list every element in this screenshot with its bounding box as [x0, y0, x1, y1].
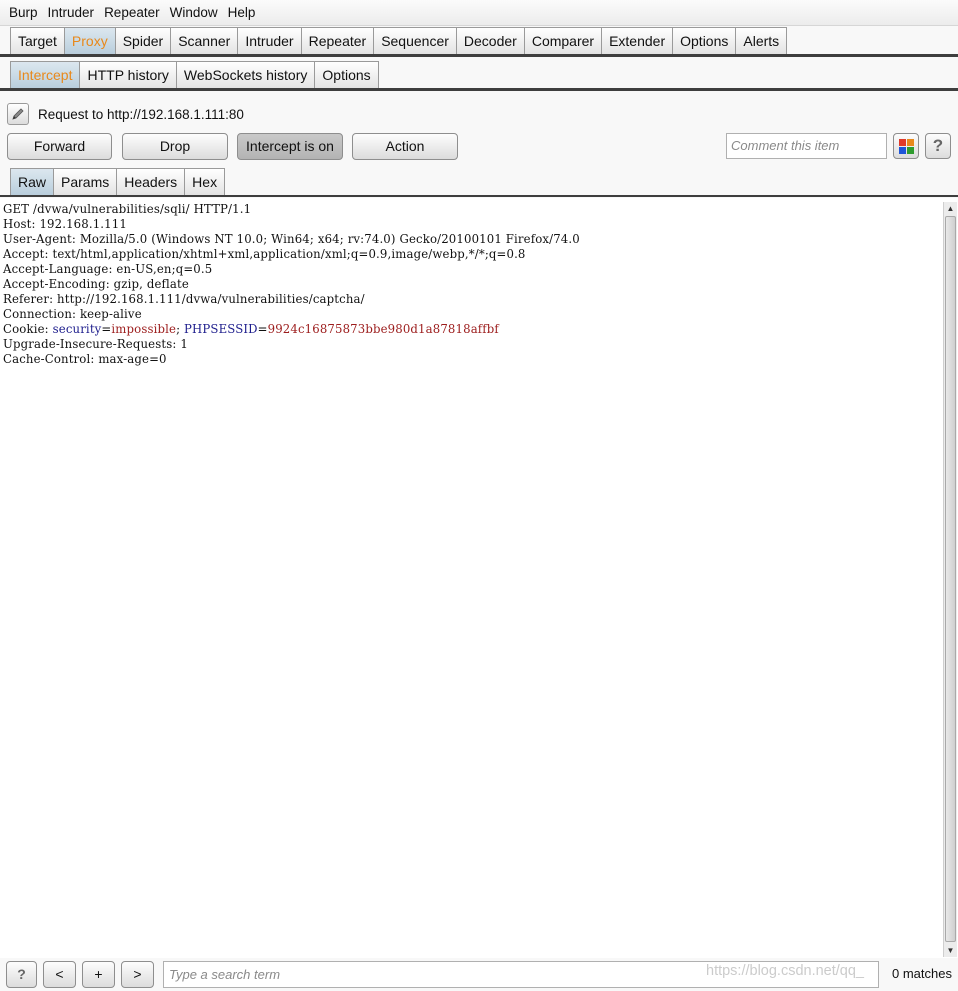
- tab-alerts[interactable]: Alerts: [735, 27, 788, 54]
- intercept-toggle-button[interactable]: Intercept is on: [237, 133, 343, 160]
- cookie-prefix: Cookie:: [3, 322, 53, 336]
- tab-http-history[interactable]: HTTP history: [79, 61, 177, 88]
- tab-intercept[interactable]: Intercept: [10, 61, 81, 88]
- tab-proxy-options[interactable]: Options: [314, 61, 379, 88]
- cookie-key: PHPSESSID: [184, 322, 258, 336]
- tab-extender[interactable]: Extender: [601, 27, 674, 54]
- request-line: Cache-Control: max-age=0: [3, 352, 167, 366]
- action-button[interactable]: Action: [352, 133, 458, 160]
- menu-bar: Burp Intruder Repeater Window Help: [0, 0, 958, 26]
- search-help-button[interactable]: ?: [6, 961, 37, 988]
- cookie-separator: ;: [176, 322, 185, 336]
- request-line: Accept-Encoding: gzip, deflate: [3, 277, 189, 291]
- search-options-button[interactable]: +: [82, 961, 115, 988]
- request-line: Upgrade-Insecure-Requests: 1: [3, 337, 188, 351]
- menu-window[interactable]: Window: [165, 0, 223, 25]
- next-match-button[interactable]: >: [121, 961, 154, 988]
- request-line: Accept-Language: en-US,en;q=0.5: [3, 262, 213, 276]
- highlight-color-button[interactable]: [893, 133, 919, 159]
- menu-help[interactable]: Help: [223, 0, 261, 25]
- request-line: Connection: keep-alive: [3, 307, 142, 321]
- menu-burp[interactable]: Burp: [0, 0, 43, 25]
- edit-pencil-icon[interactable]: [7, 103, 29, 125]
- drop-button[interactable]: Drop: [122, 133, 228, 160]
- match-count: 0 matches: [892, 966, 952, 981]
- tab-decoder[interactable]: Decoder: [455, 27, 525, 54]
- cookie-equals: =: [101, 322, 112, 336]
- proxy-tab-bar: Intercept HTTP history WebSockets histor…: [0, 61, 958, 91]
- request-target-line: Request to http://192.168.1.111:80: [7, 102, 244, 126]
- help-button[interactable]: ?: [925, 133, 951, 159]
- tab-params[interactable]: Params: [53, 168, 118, 195]
- request-text[interactable]: GET /dvwa/vulnerabilities/sqli/ HTTP/1.1…: [3, 202, 580, 367]
- tab-intruder[interactable]: Intruder: [237, 27, 302, 54]
- previous-match-button[interactable]: <: [43, 961, 76, 988]
- tab-repeater[interactable]: Repeater: [300, 27, 375, 54]
- request-line: Accept: text/html,application/xhtml+xml,…: [3, 247, 526, 261]
- cookie-line: Cookie: security=impossible; PHPSESSID=9…: [3, 322, 580, 337]
- request-line: Referer: http://192.168.1.111/dvwa/vulne…: [3, 292, 365, 306]
- cookie-equals: =: [257, 322, 268, 336]
- tab-sequencer[interactable]: Sequencer: [373, 27, 457, 54]
- tab-scanner[interactable]: Scanner: [170, 27, 239, 54]
- request-target-text: Request to http://192.168.1.111:80: [38, 106, 244, 122]
- tab-websockets-history[interactable]: WebSockets history: [175, 61, 316, 88]
- request-editor[interactable]: GET /dvwa/vulnerabilities/sqli/ HTTP/1.1…: [0, 198, 958, 958]
- tab-raw[interactable]: Raw: [10, 168, 55, 195]
- menu-repeater[interactable]: Repeater: [99, 0, 165, 25]
- comment-input[interactable]: Comment this item: [726, 133, 887, 159]
- cookie-value: 9924c16875873bbe980d1a87818affbf: [267, 322, 499, 336]
- vertical-scrollbar[interactable]: ▲ ▼: [943, 202, 957, 957]
- forward-button[interactable]: Forward: [7, 133, 112, 160]
- cookie-value: impossible: [111, 322, 177, 336]
- burp-window: Burp Intruder Repeater Window Help Targe…: [0, 0, 958, 991]
- tab-hex[interactable]: Hex: [184, 168, 226, 195]
- tab-options[interactable]: Options: [672, 27, 737, 54]
- message-view-tab-bar: Raw Params Headers Hex: [0, 168, 958, 197]
- request-line: GET /dvwa/vulnerabilities/sqli/ HTTP/1.1: [3, 202, 252, 216]
- scroll-down-arrow-icon[interactable]: ▼: [944, 944, 957, 957]
- menu-intruder[interactable]: Intruder: [43, 0, 100, 25]
- scroll-up-arrow-icon[interactable]: ▲: [944, 202, 957, 215]
- tab-headers[interactable]: Headers: [116, 168, 186, 195]
- request-line: User-Agent: Mozilla/5.0 (Windows NT 10.0…: [3, 232, 580, 246]
- tab-comparer[interactable]: Comparer: [523, 27, 603, 54]
- tab-spider[interactable]: Spider: [114, 27, 172, 54]
- tab-target[interactable]: Target: [10, 27, 65, 54]
- main-tab-bar: Target Proxy Spider Scanner Intruder Rep…: [0, 27, 958, 57]
- color-grid-icon: [898, 138, 914, 154]
- scrollbar-thumb[interactable]: [945, 216, 956, 942]
- request-line: Host: 192.168.1.111: [3, 217, 127, 231]
- cookie-key: security: [52, 322, 102, 336]
- watermark: https://blog.csdn.net/qq_: [706, 963, 864, 979]
- tab-proxy[interactable]: Proxy: [63, 27, 116, 54]
